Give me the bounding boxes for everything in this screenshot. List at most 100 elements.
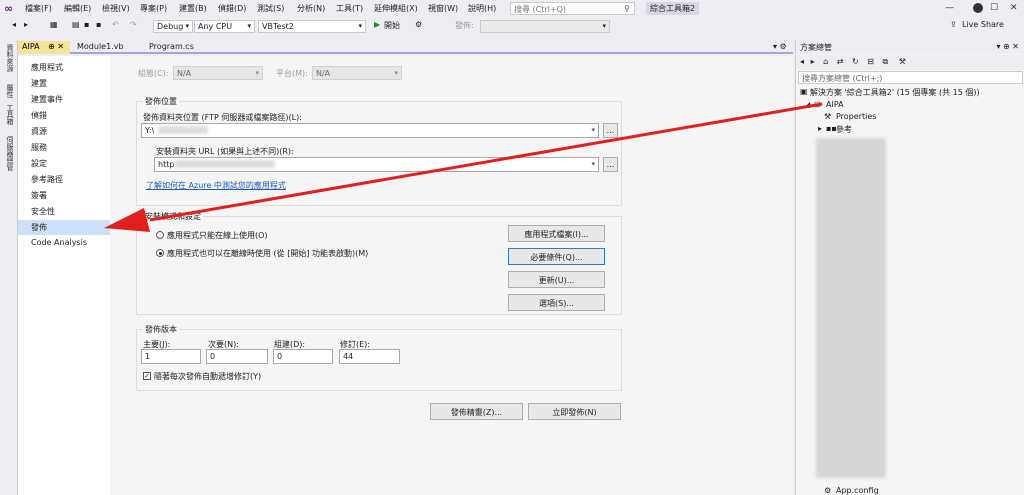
tab-aipa[interactable]: AIPA ⊕ ✕ xyxy=(18,41,70,54)
panel-menu-icon[interactable]: ▾ ⊕ ✕ xyxy=(996,42,1019,51)
config-dropdown[interactable]: Debug ▾ xyxy=(153,20,193,33)
minimize-icon[interactable]: — xyxy=(945,3,954,13)
open-icon[interactable]: ▤ xyxy=(72,20,80,29)
home-icon[interactable]: ⌂ xyxy=(823,57,828,66)
nav-build-events[interactable]: 建置事件 xyxy=(18,92,110,107)
offline-radio[interactable] xyxy=(156,249,164,257)
platform-select[interactable]: N/A ▾ xyxy=(312,66,402,80)
nav-services[interactable]: 服務 xyxy=(18,140,110,155)
online-only-radio[interactable] xyxy=(156,231,164,239)
solution-root[interactable]: 解決方案 '綜合工具箱2' (15 個專案 (共 15 個)) xyxy=(810,87,980,98)
switch-views-icon[interactable]: ⇄ xyxy=(837,57,844,66)
prerequisites-button[interactable]: 必要條件(Q)... xyxy=(508,248,605,265)
properties-node[interactable]: Properties xyxy=(836,112,876,121)
nav-build[interactable]: 建置 xyxy=(18,76,110,91)
rail-tab-server-explorer[interactable]: 伺服器總管 xyxy=(3,136,15,171)
browse-url-button[interactable]: ... xyxy=(603,157,618,172)
menu-analyze[interactable]: 分析(N) xyxy=(297,3,325,14)
azure-test-link[interactable]: 了解如何在 Azure 中測試您的應用程式 xyxy=(146,180,286,191)
publish-version-heading: 發佈版本 xyxy=(143,324,179,335)
menu-view[interactable]: 檢視(V) xyxy=(102,3,130,14)
nav-debug[interactable]: 偵錯 xyxy=(18,108,110,123)
menu-project[interactable]: 專案(P) xyxy=(140,3,167,14)
menu-extensions[interactable]: 延伸模組(X) xyxy=(374,3,418,14)
live-share-button[interactable]: Live Share xyxy=(962,20,1004,29)
solution-search-input[interactable]: 搜尋方案總管 (Ctrl+;) xyxy=(798,71,1023,84)
nav-application[interactable]: 應用程式 xyxy=(18,60,110,75)
chevron-down-icon: ▾ xyxy=(602,22,606,30)
nav-code-analysis[interactable]: Code Analysis xyxy=(18,236,110,251)
menu-debug[interactable]: 偵錯(D) xyxy=(218,3,246,14)
config-select[interactable]: N/A ▾ xyxy=(173,66,263,80)
tab-overflow-icon[interactable]: ▾ ⚙ xyxy=(773,42,787,51)
menu-edit[interactable]: 編輯(E) xyxy=(64,3,91,14)
tab-program[interactable]: Program.cs xyxy=(145,41,198,54)
start-button[interactable]: 開始 xyxy=(384,20,400,31)
avatar[interactable] xyxy=(973,3,983,13)
install-mode-heading: 安裝模式和設定 xyxy=(143,211,203,222)
save-icon[interactable]: ▪ xyxy=(84,20,89,29)
menu-tools[interactable]: 工具(T) xyxy=(336,3,363,14)
rail-tab-toolbox[interactable]: 工具箱 xyxy=(3,104,15,125)
menu-file[interactable]: 檔案(F) xyxy=(25,3,52,14)
rail-tab-data-sources[interactable]: 資料來源 xyxy=(3,44,15,72)
options-button[interactable]: 選項(S)... xyxy=(508,294,605,311)
updates-button[interactable]: 更新(U)... xyxy=(508,271,605,288)
nav-resources[interactable]: 資源 xyxy=(18,124,110,139)
build-input[interactable]: 0 xyxy=(273,349,333,364)
browse-folder-button[interactable]: ... xyxy=(603,123,618,138)
publish-now-button[interactable]: 立即發佈(N) xyxy=(528,403,621,420)
close-icon[interactable]: ✕ xyxy=(57,42,64,51)
forward-icon[interactable]: ▸ xyxy=(24,20,28,29)
nav-reference-paths[interactable]: 參考路徑 xyxy=(18,172,110,187)
rail-tab-properties[interactable]: 屬性 xyxy=(3,84,15,98)
application-files-button[interactable]: 應用程式檔案(I)... xyxy=(508,225,605,242)
publish-folder-input[interactable]: Y:\ ▾ xyxy=(141,123,599,138)
pin-icon[interactable]: ⊕ xyxy=(48,42,55,51)
back-icon[interactable]: ◂ xyxy=(12,20,16,29)
publish-target-dropdown[interactable]: ▾ xyxy=(480,20,610,33)
refresh-icon[interactable]: ↻ xyxy=(852,57,859,66)
new-project-icon[interactable]: ▦ xyxy=(50,20,58,29)
properties-wrench-icon[interactable]: ⚒ xyxy=(899,57,906,66)
live-share-icon[interactable]: ⇪ xyxy=(950,20,957,29)
sol-back-icon[interactable]: ◂ xyxy=(800,57,804,66)
menu-window[interactable]: 視窗(W) xyxy=(428,3,458,14)
revision-input[interactable]: 44 xyxy=(339,349,400,364)
maximize-icon[interactable]: ☐ xyxy=(990,3,998,13)
minor-input[interactable]: 0 xyxy=(206,349,268,364)
project-properties: 應用程式 建置 建置事件 偵錯 資源 服務 設定 參考路徑 簽署 安全性 發佈 … xyxy=(18,56,793,495)
publish-folder-label: 發佈資料夾位置 (FTP 伺服器或檔案路徑)(L): xyxy=(143,113,302,122)
nav-publish[interactable]: 發佈 xyxy=(18,220,110,235)
expand-arrow-icon[interactable]: ◢ xyxy=(804,100,810,109)
undo-icon[interactable]: ↶ xyxy=(112,20,119,29)
redo-icon[interactable]: ↷ xyxy=(130,20,137,29)
publish-folder-value: Y:\ xyxy=(145,126,155,135)
close-icon[interactable]: ✕ xyxy=(1010,3,1018,13)
search-input[interactable]: 搜尋 (Ctrl+Q) ⚲ xyxy=(510,2,635,15)
install-url-label: 安裝資料夾 URL (如果與上述不同)(R): xyxy=(156,147,294,156)
menu-test[interactable]: 測試(S) xyxy=(257,3,284,14)
nav-signing[interactable]: 簽署 xyxy=(18,188,110,203)
nav-settings[interactable]: 設定 xyxy=(18,156,110,171)
major-input[interactable]: 1 xyxy=(141,349,201,364)
app-config-node[interactable]: App.config xyxy=(836,486,879,495)
menu-build[interactable]: 建置(B) xyxy=(179,3,207,14)
browser-link-icon[interactable]: ⚙ xyxy=(415,20,422,29)
show-all-files-icon[interactable]: ⧉ xyxy=(883,57,889,66)
menu-help[interactable]: 說明(H) xyxy=(468,3,496,14)
project-aipa[interactable]: AIPA xyxy=(826,100,844,109)
platform-dropdown[interactable]: Any CPU ▾ xyxy=(194,20,255,33)
collapse-all-icon[interactable]: ⊟ xyxy=(867,57,874,66)
save-all-icon[interactable]: ▪ xyxy=(96,20,101,29)
publish-wizard-button[interactable]: 發佈精靈(Z)... xyxy=(430,403,523,420)
expand-arrow-icon[interactable]: ▸ xyxy=(818,124,822,133)
sol-forward-icon[interactable]: ▸ xyxy=(811,57,815,66)
tab-module1[interactable]: Module1.vb xyxy=(73,41,128,54)
nav-security[interactable]: 安全性 xyxy=(18,204,110,219)
auto-increment-checkbox[interactable]: ✓ xyxy=(143,372,151,380)
startup-project-dropdown[interactable]: VBTest2 ▾ xyxy=(258,20,366,33)
play-icon[interactable]: ▶ xyxy=(374,20,380,29)
config-select-value: N/A xyxy=(177,69,192,78)
references-node[interactable]: 參考 xyxy=(836,124,852,135)
